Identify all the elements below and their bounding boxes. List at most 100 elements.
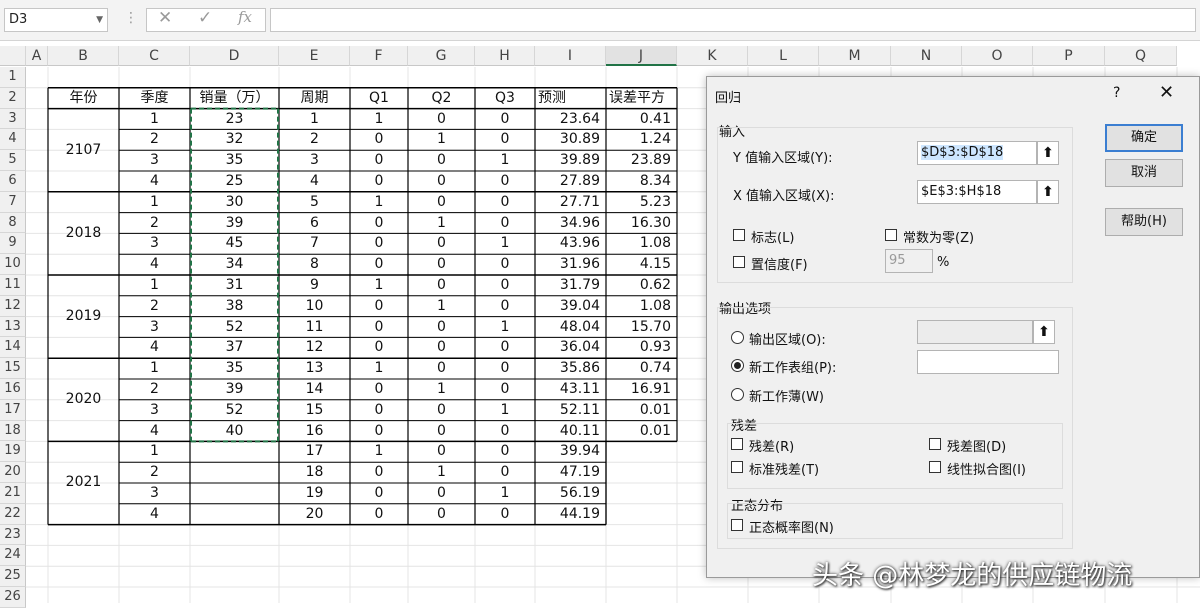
table-cell-q2[interactable]: 1 — [408, 462, 475, 483]
table-cell-q3[interactable]: 0 — [475, 379, 535, 400]
table-cell-q2[interactable]: 0 — [408, 441, 475, 462]
table-cell-q3[interactable]: 0 — [475, 337, 535, 358]
table-cell-q3[interactable]: 0 — [475, 171, 535, 192]
constant-zero-checkbox[interactable] — [885, 229, 897, 241]
table-cell-q[interactable]: 1 — [119, 192, 190, 213]
row-header-22[interactable]: 22 — [0, 503, 26, 525]
row-header-6[interactable]: 6 — [0, 171, 26, 192]
help-icon[interactable]: ? — [1113, 85, 1120, 101]
table-cell-q1[interactable]: 0 — [350, 421, 408, 442]
table-cell-sales[interactable] — [190, 483, 279, 504]
residuals-checkbox[interactable] — [731, 438, 743, 450]
column-header-g[interactable]: G — [408, 46, 475, 66]
table-cell-err[interactable]: 0.93 — [606, 337, 677, 358]
table-cell-sales[interactable] — [190, 462, 279, 483]
table-cell-q3[interactable]: 0 — [475, 504, 535, 525]
table-cell-err[interactable]: 0.41 — [606, 109, 677, 130]
table-cell-q[interactable]: 2 — [119, 296, 190, 317]
table-cell-q[interactable]: 2 — [119, 129, 190, 150]
table-cell-period[interactable]: 20 — [279, 504, 350, 525]
close-icon[interactable]: ✕ — [1159, 82, 1174, 103]
table-header-cell[interactable]: 误差平方 — [606, 88, 677, 109]
row-header-25[interactable]: 25 — [0, 566, 26, 587]
table-cell-q2[interactable]: 0 — [408, 275, 475, 296]
table-cell-err[interactable]: 4.15 — [606, 254, 677, 275]
year-cell[interactable]: 2020 — [48, 358, 119, 441]
table-cell-sales[interactable]: 34 — [190, 254, 279, 275]
table-cell-q[interactable]: 1 — [119, 275, 190, 296]
table-cell-period[interactable]: 12 — [279, 337, 350, 358]
table-header-cell[interactable]: Q2 — [408, 88, 475, 109]
table-cell-q2[interactable]: 0 — [408, 483, 475, 504]
row-header-8[interactable]: 8 — [0, 212, 26, 234]
table-cell-q2[interactable]: 0 — [408, 400, 475, 421]
table-cell-period[interactable]: 13 — [279, 358, 350, 379]
confidence-input[interactable]: 95 — [885, 249, 933, 273]
output-range-input[interactable] — [917, 320, 1033, 344]
table-cell-period[interactable]: 3 — [279, 150, 350, 171]
table-cell-err[interactable]: 0.62 — [606, 275, 677, 296]
table-cell-q3[interactable]: 0 — [475, 109, 535, 130]
table-cell-q1[interactable]: 0 — [350, 213, 408, 234]
table-cell-sales[interactable]: 38 — [190, 296, 279, 317]
table-cell-q3[interactable]: 0 — [475, 462, 535, 483]
row-header-23[interactable]: 23 — [0, 524, 26, 546]
table-cell-q1[interactable]: 0 — [350, 400, 408, 421]
table-cell-period[interactable]: 16 — [279, 421, 350, 442]
table-cell-err[interactable]: 15.70 — [606, 317, 677, 338]
table-cell-q3[interactable]: 0 — [475, 296, 535, 317]
table-cell-pred[interactable]: 56.19 — [535, 483, 606, 504]
column-header-i[interactable]: I — [535, 46, 606, 66]
table-cell-q2[interactable]: 0 — [408, 358, 475, 379]
table-cell-pred[interactable]: 43.11 — [535, 379, 606, 400]
table-cell-q[interactable]: 2 — [119, 462, 190, 483]
table-header-cell[interactable]: 年份 — [48, 88, 119, 109]
output-range-radio[interactable] — [731, 331, 744, 344]
table-cell-pred[interactable]: 43.96 — [535, 233, 606, 254]
table-cell-err[interactable]: 23.89 — [606, 150, 677, 171]
table-cell-sales[interactable] — [190, 504, 279, 525]
line-fit-checkbox[interactable] — [929, 461, 941, 473]
table-cell-pred[interactable]: 31.96 — [535, 254, 606, 275]
table-cell-pred[interactable]: 44.19 — [535, 504, 606, 525]
table-header-cell[interactable]: Q1 — [350, 88, 408, 109]
table-cell-q3[interactable]: 0 — [475, 275, 535, 296]
table-cell-pred[interactable]: 35.86 — [535, 358, 606, 379]
table-cell-period[interactable]: 1 — [279, 109, 350, 130]
column-header-f[interactable]: F — [350, 46, 408, 66]
table-cell-period[interactable]: 17 — [279, 441, 350, 462]
x-range-input[interactable]: $E$3:$H$18 — [917, 180, 1037, 204]
column-header-q[interactable]: Q — [1105, 46, 1177, 66]
table-cell-q3[interactable]: 0 — [475, 421, 535, 442]
new-worksheet-radio[interactable] — [731, 359, 744, 372]
table-cell-q1[interactable]: 0 — [350, 483, 408, 504]
table-cell-pred[interactable]: 23.64 — [535, 109, 606, 130]
table-cell-q3[interactable]: 0 — [475, 254, 535, 275]
table-cell-sales[interactable]: 31 — [190, 275, 279, 296]
row-header-19[interactable]: 19 — [0, 441, 26, 463]
column-header-k[interactable]: K — [677, 46, 748, 66]
table-cell-err[interactable]: 1.08 — [606, 296, 677, 317]
table-cell-q2[interactable]: 1 — [408, 379, 475, 400]
table-cell-q1[interactable]: 0 — [350, 150, 408, 171]
table-cell-q[interactable]: 3 — [119, 150, 190, 171]
select-all-corner[interactable] — [0, 46, 26, 66]
name-box[interactable]: D3 ▼ — [4, 8, 108, 32]
table-cell-q3[interactable]: 1 — [475, 483, 535, 504]
column-header-o[interactable]: O — [962, 46, 1033, 66]
table-cell-q1[interactable]: 0 — [350, 171, 408, 192]
table-cell-sales[interactable]: 23 — [190, 109, 279, 130]
column-header-m[interactable]: M — [819, 46, 891, 66]
table-cell-q1[interactable]: 1 — [350, 109, 408, 130]
table-cell-q2[interactable]: 1 — [408, 296, 475, 317]
table-cell-period[interactable]: 10 — [279, 296, 350, 317]
table-cell-sales[interactable]: 32 — [190, 129, 279, 150]
table-header-cell[interactable]: 销量（万） — [190, 88, 279, 109]
table-cell-sales[interactable]: 37 — [190, 337, 279, 358]
table-cell-period[interactable]: 19 — [279, 483, 350, 504]
table-cell-q[interactable]: 1 — [119, 441, 190, 462]
table-cell-q3[interactable]: 0 — [475, 213, 535, 234]
table-cell-q1[interactable]: 0 — [350, 462, 408, 483]
column-header-e[interactable]: E — [279, 46, 350, 66]
table-cell-sales[interactable]: 45 — [190, 233, 279, 254]
